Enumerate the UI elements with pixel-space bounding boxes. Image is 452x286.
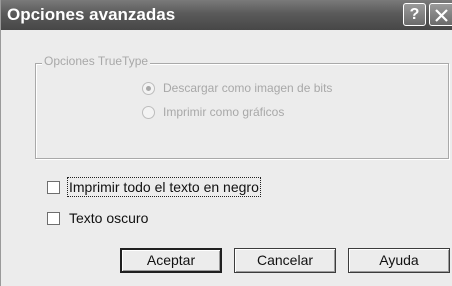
radio-print-as-graphics-label: Imprimir como gráficos bbox=[163, 105, 285, 119]
advanced-options-dialog: Opciones avanzadas ? Opciones TrueType D… bbox=[0, 0, 452, 286]
title-bar[interactable]: Opciones avanzadas ? bbox=[1, 0, 452, 30]
help-dialog-button[interactable]: Ayuda bbox=[348, 248, 450, 273]
cancel-button[interactable]: Cancelar bbox=[234, 248, 336, 273]
radio-button bbox=[142, 105, 155, 119]
checkbox-print-all-text-black-label[interactable]: Imprimir todo el texto en negro bbox=[67, 177, 261, 197]
radio-button-selected bbox=[142, 81, 155, 95]
checkbox-print-all-text-black[interactable]: Imprimir todo el texto en negro bbox=[47, 177, 261, 197]
accept-button[interactable]: Aceptar bbox=[120, 248, 222, 273]
dialog-title: Opciones avanzadas bbox=[7, 5, 176, 24]
help-button[interactable]: ? bbox=[403, 3, 426, 26]
radio-download-bitmap-label: Descargar como imagen de bits bbox=[163, 81, 333, 95]
truetype-group-label: Opciones TrueType bbox=[42, 54, 151, 68]
checkbox-dark-text-label[interactable]: Texto oscuro bbox=[69, 210, 148, 226]
close-button[interactable] bbox=[429, 3, 452, 26]
checkbox-dark-text[interactable]: Texto oscuro bbox=[47, 209, 148, 227]
close-icon bbox=[435, 9, 448, 22]
checkbox-box[interactable] bbox=[47, 211, 60, 225]
radio-download-bitmap: Descargar como imagen de bits bbox=[142, 80, 332, 96]
radio-print-as-graphics: Imprimir como gráficos bbox=[142, 104, 284, 120]
help-icon: ? bbox=[409, 6, 420, 23]
checkbox-box[interactable] bbox=[47, 180, 60, 194]
